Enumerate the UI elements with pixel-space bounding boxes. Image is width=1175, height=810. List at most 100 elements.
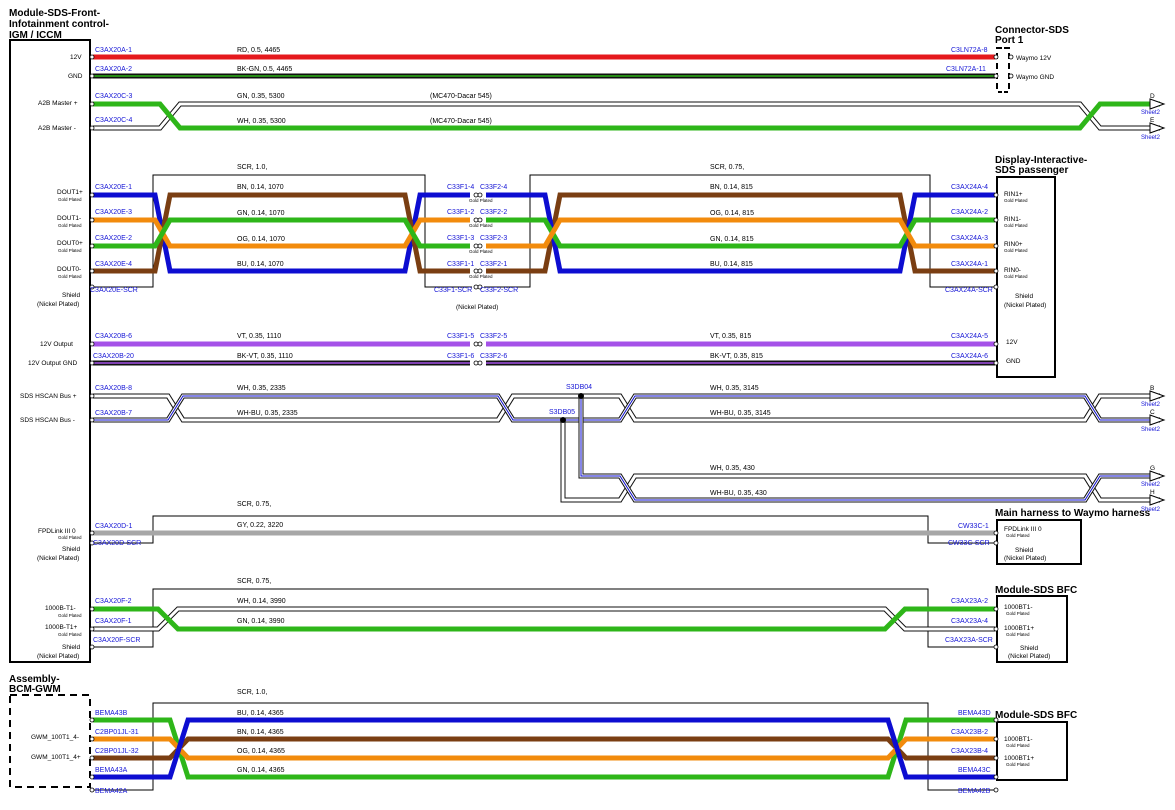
pin-d1: C3AX20D-1: [95, 523, 132, 530]
igm-title-2: Infotainment control-: [9, 19, 109, 30]
pin-m42a: BEMA42A: [95, 788, 128, 795]
wire-label-bkgn: BK-GN, 0.5, 4465: [237, 66, 292, 73]
bfc1-shield-sub: (Nickel Plated): [1008, 653, 1050, 660]
pin-f1: C3AX20F-1: [95, 618, 132, 625]
pin-e2: C3AX20E-2: [95, 235, 132, 242]
wire-label-mc-1: (MC470-Dacar 545): [430, 93, 492, 100]
bcm-pin-1: GWM_100T1_4-: [31, 734, 79, 741]
igm-title-3: IGM / ICCM: [9, 30, 62, 41]
sheet-ref-g-sheet[interactable]: Sheet2: [1141, 482, 1161, 488]
pin-c4: C3AX20C-4: [95, 117, 132, 124]
igm-can-plus: SDS HSCAN Bus +: [20, 393, 77, 400]
wire-label-wh-a2b: WH, 0.35, 5300: [237, 118, 286, 125]
wire-label-whbu2: WH-BU, 0.35, 3145: [710, 410, 771, 417]
wire-label-gn-a2b: GN, 0.35, 5300: [237, 93, 285, 100]
bfc2-t1p: 1000BT1+: [1004, 755, 1034, 762]
igm-12v-output: 12V Output: [40, 341, 73, 348]
node-s3db04: S3DB04: [566, 384, 592, 391]
igm-12v: 12V: [70, 54, 82, 61]
igm-gold-7: Gold Plated: [58, 632, 82, 637]
sheet-ref-e-sheet[interactable]: Sheet2: [1141, 135, 1161, 141]
sheet-ref-c-sheet[interactable]: Sheet2: [1141, 427, 1161, 433]
pin-escr: C3AX20E-SCR: [90, 287, 138, 294]
pin-a20a2: C3AX20A-2: [95, 66, 132, 73]
pin-f24: C33F2-4: [480, 184, 507, 191]
sheet-ref-c: C: [1150, 409, 1155, 416]
pin-f2scr: C33F2-SCR: [480, 287, 518, 294]
pin-fscr: C3AX20F-SCR: [93, 637, 140, 644]
igm-shield-1: Shield: [62, 292, 80, 299]
igm-t1n: 1000B-T1-: [45, 605, 76, 612]
wire-gn-5: [93, 717, 995, 780]
pin-f21: C33F2-1: [480, 261, 507, 268]
igm-t1p: 1000B-T1+: [45, 624, 78, 631]
splice-gold-4: Gold Plated: [469, 274, 493, 279]
display-rin1n: RIN1-: [1004, 216, 1021, 223]
pin-e4: C3AX20E-4: [95, 261, 132, 268]
pin-f25: C33F2-5: [480, 333, 507, 340]
wire-gn-t1: [93, 606, 995, 632]
pin-terminals: [89, 54, 1014, 793]
igm-gold-5: Gold Plated: [58, 535, 82, 540]
wire-label-gn1: GN, 0.14, 1070: [237, 210, 285, 217]
display-shield: Shield: [1015, 293, 1033, 300]
display-gnd: GND: [1006, 358, 1021, 365]
wire-bu-2: [486, 192, 995, 274]
igm-shield-2: Shield: [62, 546, 80, 553]
pin-cwscr: CW33C-SCR: [948, 540, 990, 547]
connector-sds-pin-1: Waymo 12V: [1016, 55, 1052, 62]
igm-a2b-minus: A2B Master -: [38, 125, 76, 132]
igm-dout0n: DOUT0-: [57, 266, 81, 273]
sheet-ref-g: G: [1150, 465, 1155, 472]
wire-label-bn5: BN, 0.14, 4365: [237, 729, 284, 736]
display-rin0n: RIN0-: [1004, 267, 1021, 274]
wire-label-scr5: SCR, 1.0,: [237, 689, 267, 696]
wire-label-vt1: VT, 0.35, 1110: [237, 333, 281, 340]
sheet-ref-e: E: [1150, 117, 1155, 124]
wire-label-rd: RD, 0.5, 4465: [237, 47, 280, 54]
wire-wh-branch: [560, 420, 1160, 503]
pin-ascr: C3AX24A-SCR: [945, 287, 993, 294]
wire-label-bn2: BN, 0.14, 815: [710, 184, 753, 191]
pin-f11: C33F1-1: [447, 261, 474, 268]
wire-label-gy: GY, 0.22, 3220: [237, 522, 283, 529]
igm-fpd: FPDLink III 0: [38, 528, 76, 535]
wire-label-og2: OG, 0.14, 815: [710, 210, 754, 217]
wire-label-og1: OG, 0.14, 1070: [237, 236, 285, 243]
bfc1-sub-1: Gold Plated: [1006, 611, 1030, 616]
display-gold-1: Gold Plated: [1004, 198, 1028, 203]
bcm-pin-2: GWM_100T1_4+: [31, 754, 81, 761]
wire-label-whbu3: WH-BU, 0.35, 430: [710, 490, 767, 497]
pin-f16: C33F1-6: [447, 353, 474, 360]
display-gold-3: Gold Plated: [1004, 248, 1028, 253]
wire-wh-t1: [93, 606, 995, 632]
offsheet-arrows: [1149, 98, 1166, 506]
wire-label-scr4: SCR, 0.75,: [237, 578, 271, 585]
display-rin0p: RIN0+: [1004, 241, 1023, 248]
pin-m42b: BEMA42B: [958, 788, 991, 795]
pin-m43b: BEMA43B: [95, 710, 128, 717]
pin-a1: C3AX24A-1: [951, 261, 988, 268]
pin-a4: C3AX24A-4: [951, 184, 988, 191]
sheet-ref-b-sheet[interactable]: Sheet2: [1141, 402, 1161, 408]
pin-f1scr: C33F1-SCR: [434, 287, 472, 294]
sheet-ref-d: D: [1150, 93, 1155, 100]
wire-bu-5: [93, 717, 995, 780]
pin-ln11: C3LN72A-11: [946, 66, 986, 73]
bfc1-t1p: 1000BT1+: [1004, 625, 1034, 632]
bfc2-box: [996, 721, 1068, 781]
wire-label-scr3: SCR, 0.75,: [237, 501, 271, 508]
splice-gold-2: Gold Plated: [469, 223, 493, 228]
pin-c31: C2BP01JL-31: [95, 729, 139, 736]
splice-nickel: (Nickel Plated): [456, 304, 498, 311]
sheet-ref-d-sheet[interactable]: Sheet2: [1141, 110, 1161, 116]
pin-a6: C3AX24A-6: [951, 353, 988, 360]
igm-dout1p: DOUT1+: [57, 189, 83, 196]
sheet-ref-h-sheet[interactable]: Sheet2: [1141, 507, 1161, 513]
igm-module-box: [9, 39, 91, 663]
wire-label-scr2: SCR, 0.75,: [710, 164, 744, 171]
pin-f2: C3AX20F-2: [95, 598, 132, 605]
igm-gold-3: Gold Plated: [58, 248, 82, 253]
igm-shield-3: Shield: [62, 644, 80, 651]
pin-f12: C33F1-2: [447, 209, 474, 216]
